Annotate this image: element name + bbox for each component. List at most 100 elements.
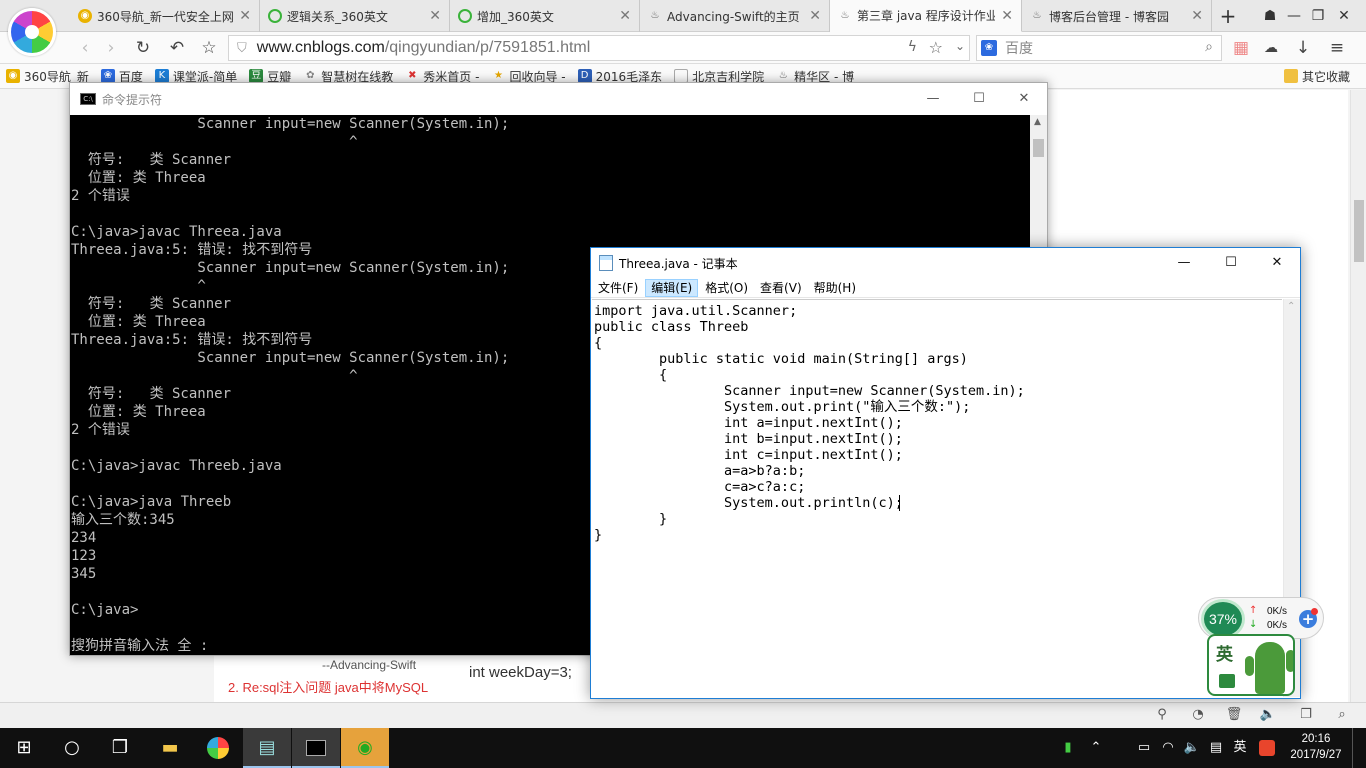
refresh-icon[interactable]: ↻ bbox=[130, 36, 156, 60]
restore-icon[interactable]: ❐ bbox=[1304, 4, 1332, 28]
task-view-icon[interactable]: ❐ bbox=[96, 728, 144, 768]
notepad-window[interactable]: Threea.java - 记事本 — ☐ ✕ 文件(F) 编辑(E) 格式(O… bbox=[590, 247, 1301, 699]
speed-icon[interactable]: ◔ bbox=[1188, 707, 1208, 725]
tab-java-chapter3[interactable]: ♨ 第三章 java 程序设计作业 ✕ bbox=[830, 0, 1022, 32]
console-line: C:\java>javac Threeb.java bbox=[71, 458, 282, 474]
notepad-taskbar-icon[interactable]: ▤ bbox=[243, 728, 291, 768]
360-speed-widget[interactable]: 37% ↑ ↓ 0K/s 0K/s + bbox=[1198, 597, 1324, 639]
menu-view[interactable]: 查看(V) bbox=[755, 279, 807, 297]
trash-icon[interactable]: 🗑 bbox=[1224, 707, 1244, 725]
console-line: 2 个错误 bbox=[71, 422, 130, 438]
forward-icon[interactable]: › bbox=[98, 36, 124, 60]
sogou-ime-skin[interactable]: 英 bbox=[1207, 634, 1295, 696]
lightning-icon[interactable]: ϟ bbox=[908, 39, 917, 55]
cmd-title-bar[interactable]: C:\ 命令提示符 bbox=[70, 83, 1047, 115]
wifi-icon[interactable]: ◠ bbox=[1158, 728, 1178, 768]
tab-360-nav[interactable]: ◉ 360导航_新一代安全上网 ✕ bbox=[70, 0, 260, 32]
code-line: import java.util.Scanner; bbox=[594, 303, 798, 319]
url-input[interactable]: ⛉ www.cnblogs.com/qingyundian/p/7591851.… bbox=[228, 35, 970, 61]
bookmark-star-icon[interactable]: ☆ bbox=[929, 38, 943, 57]
download-icon[interactable]: ↓ bbox=[1290, 36, 1316, 60]
file-explorer-icon[interactable]: ▬ bbox=[146, 728, 194, 768]
pin-icon[interactable]: ⚲ bbox=[1152, 707, 1172, 725]
menu-icon[interactable]: ≡ bbox=[1324, 36, 1350, 60]
shield-icon: ⛉ bbox=[237, 40, 247, 56]
menu-format[interactable]: 格式(O) bbox=[700, 279, 753, 297]
close-tab-icon[interactable]: ✕ bbox=[239, 8, 251, 24]
console-line: 符号: 类 Scanner bbox=[71, 152, 232, 168]
notepad-close-button[interactable]: ✕ bbox=[1254, 247, 1300, 279]
close-tab-icon[interactable]: ✕ bbox=[429, 8, 441, 24]
input-language[interactable]: 英 bbox=[1230, 728, 1250, 768]
cmd-taskbar-icon[interactable] bbox=[292, 728, 340, 768]
notepad-minimize-button[interactable]: — bbox=[1161, 247, 1207, 279]
console-line: 搜狗拼音输入法 全 : bbox=[71, 638, 209, 654]
apps-grid-icon[interactable]: ▦ bbox=[1228, 36, 1254, 60]
close-tab-icon[interactable]: ✕ bbox=[619, 8, 631, 24]
action-center-icon[interactable]: ▤ bbox=[1206, 728, 1226, 768]
undo-close-icon[interactable]: ↶ bbox=[164, 36, 190, 60]
360-browser-taskbar-icon[interactable] bbox=[194, 728, 242, 768]
dropdown-chevron-icon[interactable]: ⌄ bbox=[955, 39, 965, 53]
scroll-up-icon[interactable]: ⌃ bbox=[1287, 301, 1295, 312]
wechat-taskbar-icon[interactable]: ◉ bbox=[341, 728, 389, 768]
comment-author[interactable]: --Advancing-Swift bbox=[322, 658, 416, 672]
url-path: /qingyundian/p/7591851.html bbox=[384, 39, 591, 56]
back-icon[interactable]: ‹ bbox=[72, 36, 98, 60]
console-line: 123 bbox=[71, 548, 97, 564]
cloud-icon[interactable]: ☁ bbox=[1258, 36, 1284, 60]
menu-help[interactable]: 帮助(H) bbox=[809, 279, 861, 297]
clock-time: 20:16 bbox=[1301, 733, 1331, 745]
menu-file[interactable]: 文件(F) bbox=[593, 279, 643, 297]
notepad-maximize-button[interactable]: ☐ bbox=[1208, 247, 1254, 279]
show-hidden-icons-chevron[interactable]: ⌃ bbox=[1086, 728, 1106, 768]
sogou-tray-icon[interactable] bbox=[1256, 728, 1278, 768]
memory-percent: 37% bbox=[1201, 599, 1245, 639]
console-line: 符号: 类 Scanner bbox=[71, 296, 232, 312]
cmd-icon: C:\ bbox=[80, 93, 96, 105]
recent-comment-link[interactable]: 2. Re:sql注入问题 java中将MySQL bbox=[228, 677, 428, 696]
cmd-close-button[interactable]: ✕ bbox=[1001, 83, 1047, 115]
scroll-up-icon[interactable]: ▲ bbox=[1034, 117, 1041, 127]
window-icon[interactable]: ❐ bbox=[1296, 707, 1316, 725]
windows-start-icon[interactable]: ⊞ bbox=[0, 728, 48, 768]
notepad-text-area[interactable]: import java.util.Scanner; public class Th… bbox=[592, 299, 1282, 697]
close-tab-icon[interactable]: ✕ bbox=[1001, 8, 1013, 24]
cnblogs-icon: ♨ bbox=[650, 10, 660, 21]
close-tab-icon[interactable]: ✕ bbox=[809, 8, 821, 24]
page-scrollbar[interactable] bbox=[1350, 90, 1366, 702]
scroll-thumb[interactable] bbox=[1354, 200, 1364, 262]
close-tab-icon[interactable]: ✕ bbox=[1191, 8, 1203, 24]
tab-logic[interactable]: 逻辑关系_360英文 ✕ bbox=[260, 0, 450, 32]
zoom-icon[interactable]: ⌕ bbox=[1332, 707, 1352, 725]
close-window-icon[interactable]: ✕ bbox=[1330, 4, 1358, 28]
favorite-star-icon[interactable]: ☆ bbox=[196, 36, 222, 60]
show-desktop-button[interactable] bbox=[1352, 728, 1366, 768]
console-line: Threea.java:5: 错误: 找不到符号 bbox=[71, 332, 313, 348]
volume-icon[interactable]: 🔈 bbox=[1258, 707, 1278, 725]
scroll-thumb[interactable] bbox=[1033, 139, 1044, 157]
browser-status-bar: ⚲ ◔ 🗑 🔈 ❐ ⌕ bbox=[0, 702, 1366, 728]
tray-battery-icon[interactable]: ▭ bbox=[1134, 728, 1154, 768]
menu-edit[interactable]: 编辑(E) bbox=[645, 278, 699, 297]
bookmark-label: 其它收藏 bbox=[1301, 69, 1350, 84]
other-bookmarks[interactable]: 其它收藏 bbox=[1283, 68, 1350, 85]
tab-add[interactable]: 增加_360英文 ✕ bbox=[450, 0, 640, 32]
volume-tray-icon[interactable]: 🔈 bbox=[1182, 728, 1202, 768]
search-engine-input[interactable]: ❀ 百度 ⌕ bbox=[976, 35, 1222, 61]
baidu-icon: ❀ bbox=[981, 40, 997, 56]
tab-blog-admin[interactable]: ♨ 博客后台管理 - 博客园 ✕ bbox=[1022, 0, 1212, 32]
360-browser-logo[interactable] bbox=[8, 8, 56, 56]
doc-icon: D bbox=[577, 69, 592, 83]
cmd-maximize-button[interactable]: ☐ bbox=[956, 83, 1002, 115]
360-icon: ◉ bbox=[6, 69, 20, 83]
new-tab-plus-icon[interactable]: + bbox=[1214, 4, 1242, 28]
upload-speed: 0K/s bbox=[1266, 606, 1287, 617]
search-icon[interactable]: ⌕ bbox=[1205, 39, 1213, 55]
console-line: 位置: 类 Threea bbox=[71, 170, 206, 186]
tab-advancing-swift[interactable]: ♨ Advancing-Swift的主页 ✕ bbox=[640, 0, 830, 32]
cmd-minimize-button[interactable]: — bbox=[910, 83, 956, 115]
system-clock[interactable]: 20:16 2017/9/27 bbox=[1284, 731, 1348, 763]
battery-icon[interactable]: ▮ bbox=[1058, 728, 1078, 768]
cortana-search-icon[interactable]: ○ bbox=[48, 728, 96, 768]
